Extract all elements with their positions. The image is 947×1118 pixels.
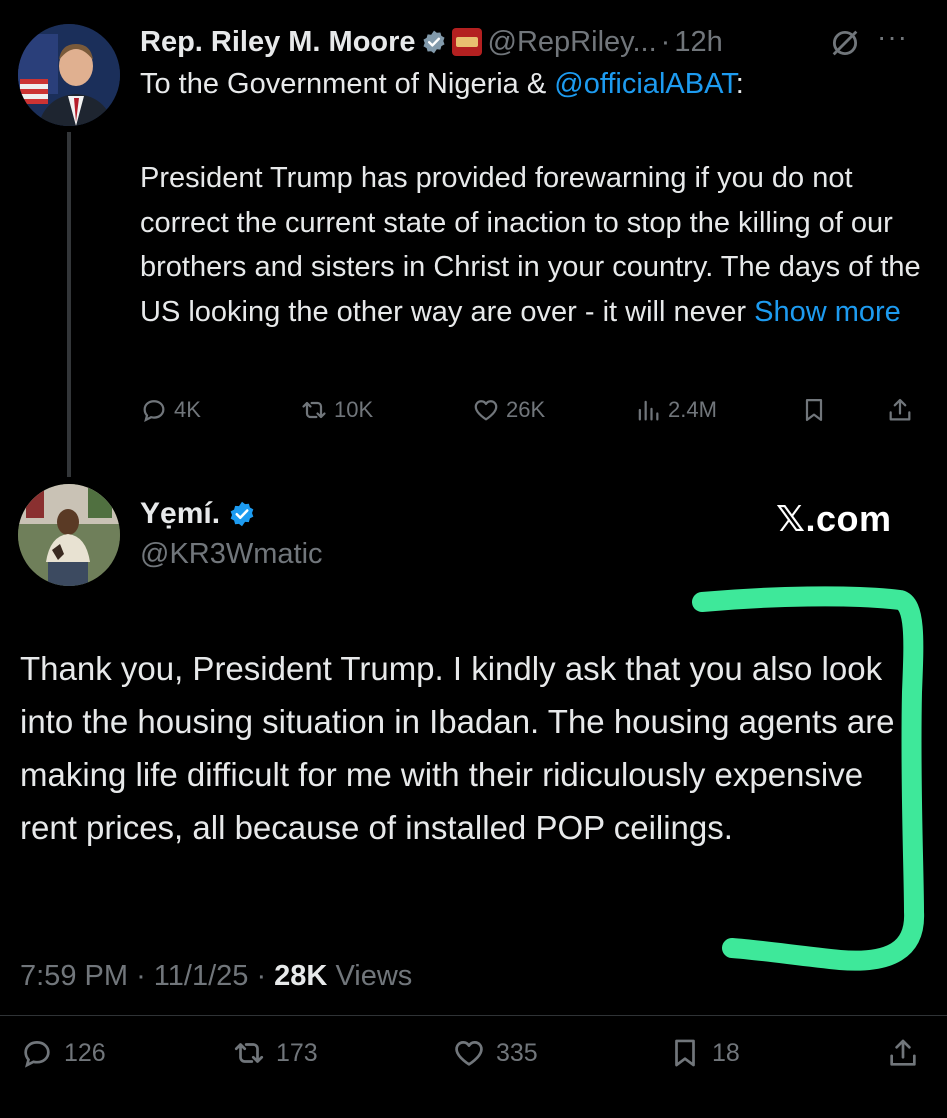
like-count: 335 xyxy=(496,1038,538,1067)
reply-context: To the Government of Nigeria & @official… xyxy=(140,68,744,101)
screenshot: Rep. Riley M. Moore @RepRiley... · 12h ·… xyxy=(0,0,947,1118)
reply-author-row: Yẹmí. xyxy=(140,497,261,531)
separator-dot: · xyxy=(136,960,154,992)
repost-button[interactable]: 10K xyxy=(300,390,373,430)
like-button[interactable]: 335 xyxy=(452,1033,538,1073)
bookmark-button[interactable]: 18 xyxy=(668,1033,740,1073)
like-icon xyxy=(474,400,498,421)
views-icon xyxy=(638,400,659,421)
reply-icon xyxy=(143,400,165,423)
reply-prefix: To the Government of Nigeria & xyxy=(140,68,555,100)
bookmark-icon xyxy=(675,1039,695,1067)
avatar-portrait-icon xyxy=(18,24,120,126)
tweet-meta: 7:59 PM · 11/1/25 · 28K Views xyxy=(20,960,412,993)
repost-count: 173 xyxy=(276,1038,318,1067)
show-more-link[interactable]: Show more xyxy=(754,296,901,328)
views-count: 28K xyxy=(274,960,328,992)
share-button[interactable] xyxy=(886,1033,930,1073)
author-handle[interactable]: @RepRiley... xyxy=(488,26,657,59)
views-count: 2.4M xyxy=(668,397,717,422)
avatar[interactable] xyxy=(18,24,120,126)
avatar[interactable] xyxy=(18,484,120,586)
author-name[interactable]: Yẹmí. xyxy=(140,497,220,531)
like-icon xyxy=(455,1041,483,1066)
tweet-action-bar: 4K 10K 26K 2.4M xyxy=(140,390,930,430)
tweet-action-bar: 126 173 335 18 xyxy=(20,1033,930,1077)
author-handle[interactable]: @KR3Wmatic xyxy=(140,538,323,571)
divider xyxy=(0,1015,947,1016)
repost-button[interactable]: 173 xyxy=(232,1033,318,1073)
share-icon xyxy=(889,398,911,421)
x-watermark: 𝕏.com xyxy=(776,498,892,539)
reply-count: 4K xyxy=(174,397,201,422)
thread-line xyxy=(67,132,71,477)
views-label: Views xyxy=(335,960,413,992)
tweet-header: Rep. Riley M. Moore @RepRiley... · 12h xyxy=(140,22,723,62)
share-icon xyxy=(890,1039,916,1066)
grok-icon[interactable] xyxy=(828,26,862,60)
reply-suffix: : xyxy=(735,68,744,100)
repost-icon xyxy=(302,401,326,419)
mention-link[interactable]: @officialABAT xyxy=(554,68,736,100)
tweet-date[interactable]: 11/1/25 xyxy=(154,960,249,992)
verified-badge-icon xyxy=(230,501,254,527)
avatar-portrait-icon xyxy=(18,484,120,586)
tweet-time[interactable]: 7:59 PM xyxy=(20,960,128,992)
like-button[interactable]: 26K xyxy=(472,390,545,430)
repost-icon xyxy=(234,1043,264,1063)
share-button[interactable] xyxy=(886,390,920,430)
reply-button[interactable]: 4K xyxy=(140,390,201,430)
separator-dot: · xyxy=(660,25,671,58)
bookmark-count: 18 xyxy=(712,1038,740,1067)
like-count: 26K xyxy=(506,397,546,422)
bookmark-button[interactable] xyxy=(800,390,834,430)
flag-icon xyxy=(451,28,482,56)
more-icon[interactable]: ··· xyxy=(877,23,917,60)
author-name[interactable]: Rep. Riley M. Moore xyxy=(140,26,416,59)
views-button[interactable]: 2.4M xyxy=(634,390,717,430)
separator-dot: · xyxy=(256,960,275,992)
verified-badge-icon xyxy=(423,30,445,54)
repost-count: 10K xyxy=(334,397,374,422)
reply-button[interactable]: 126 xyxy=(20,1033,106,1073)
tweet-time[interactable]: 12h xyxy=(674,26,722,59)
reply-count: 126 xyxy=(64,1038,106,1067)
tweet-body: Thank you, President Trump. I kindly ask… xyxy=(20,650,895,846)
reply-icon xyxy=(24,1041,50,1068)
tweet-text: President Trump has provided forewarning… xyxy=(140,156,930,334)
bookmark-icon xyxy=(805,398,823,422)
